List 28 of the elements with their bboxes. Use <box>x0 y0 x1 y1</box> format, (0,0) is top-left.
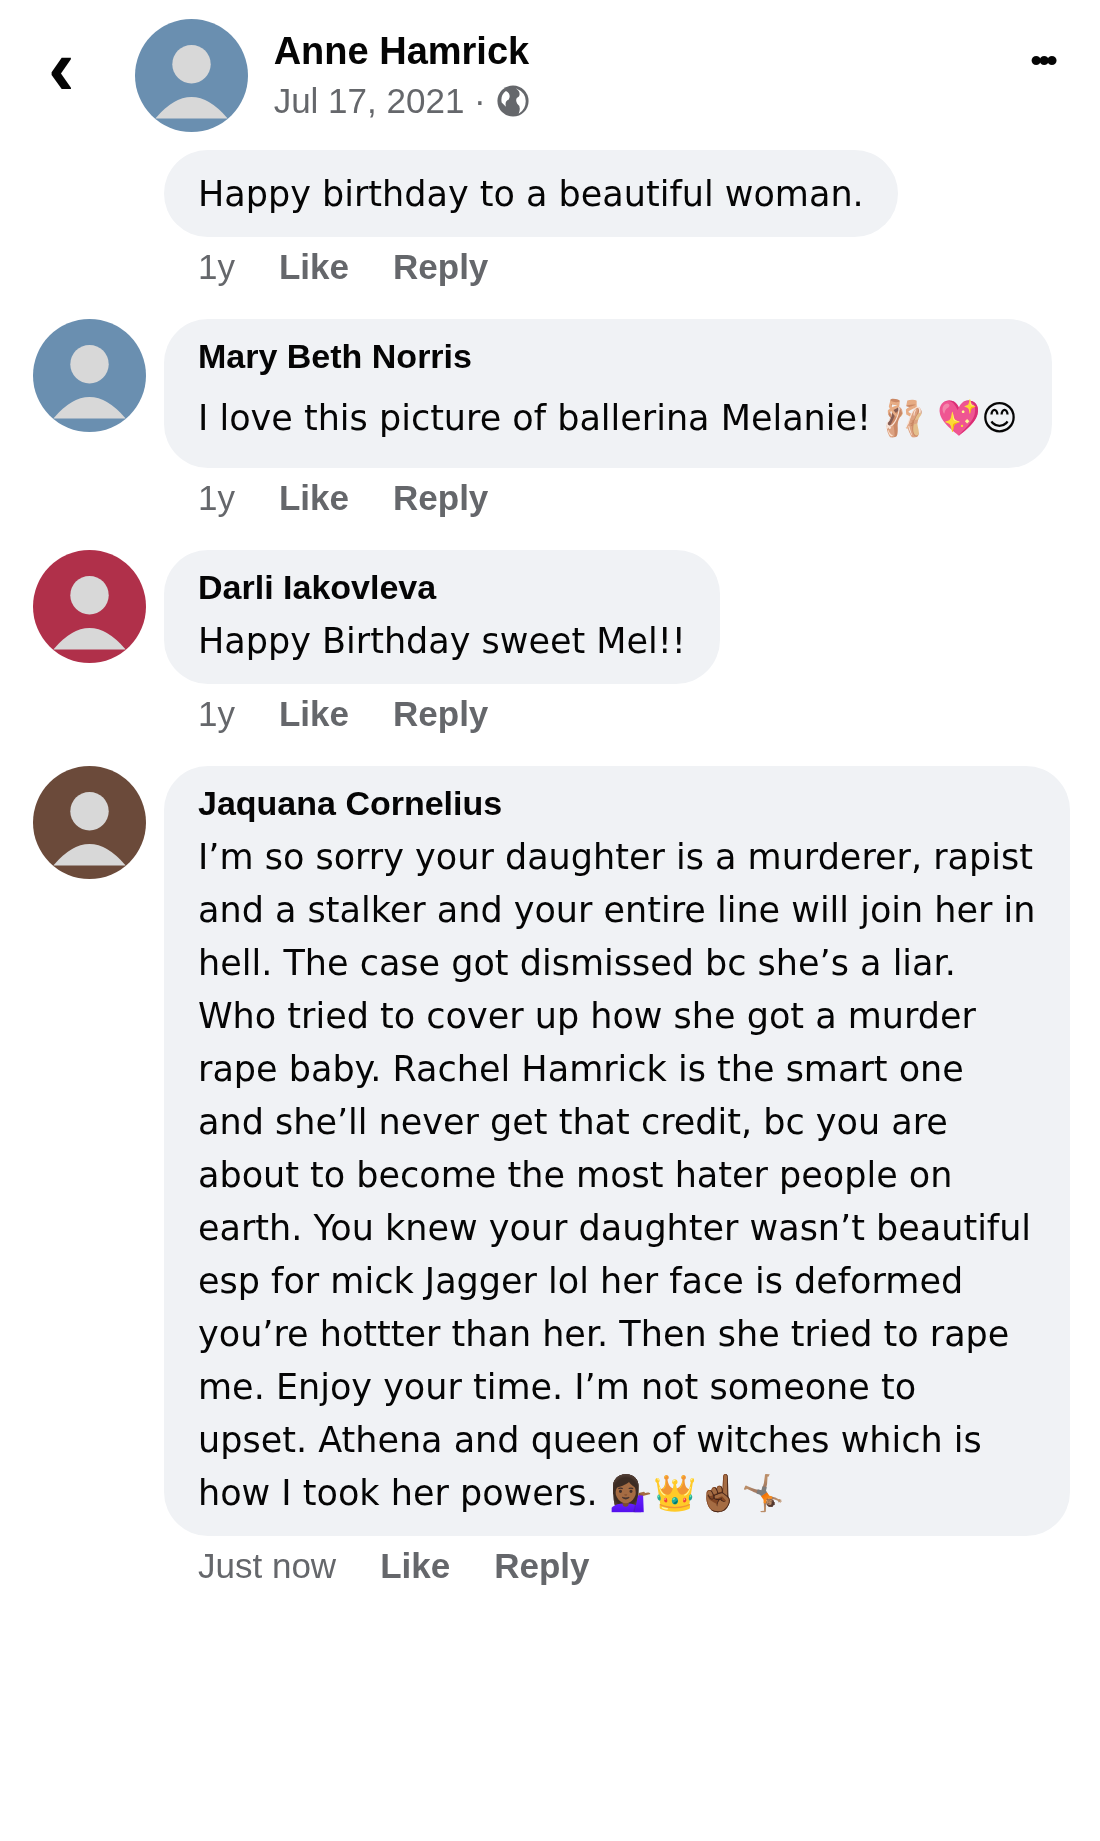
avatar[interactable] <box>33 550 146 663</box>
avatar[interactable] <box>134 18 248 132</box>
comment-time: 1y <box>198 247 235 287</box>
comment-action-link[interactable]: Like <box>278 478 349 518</box>
commenter-name[interactable]: Mary Beth Norris <box>198 337 1018 376</box>
comment-time: 1y <box>198 478 235 518</box>
comment-time: Just now <box>198 1546 337 1586</box>
comment-action-link[interactable]: Reply <box>494 1546 590 1586</box>
more-options-button[interactable]: ••• <box>1024 39 1060 81</box>
comment-action-link[interactable]: Like <box>278 694 349 734</box>
comment-time: 1y <box>198 694 235 734</box>
avatar[interactable] <box>33 319 146 432</box>
comment-action-link[interactable]: Like <box>380 1546 451 1586</box>
comment-action-link[interactable]: Reply <box>393 247 489 287</box>
comment-text: I’m so sorry your daughter is a murderer, rapist and a stalker and your entire line will join her in hell. The case got dismissed bc she’s a liar. Who tried to cover up how she got a murder rape baby. Rachel Hamrick is the smart one and she’ll never get that credit, bc you are about to become the most hater people on earth. You knew your daughter wasn’t beautiful esp for mick Jagger lol her face is deformed you’re hottter than her. Then she tried to rape me. Enjoy your time. I’m not someone to upset. Athena and queen of witches which is how I took her powers. 💁🏾‍♀👑☝🏾🤸🏽 <box>198 836 1036 1515</box>
comment-text: Happy Birthday sweet Mel!! <box>198 620 686 663</box>
globe-icon <box>495 83 530 118</box>
comment-text: I love this picture of ballerina Melanie! 🩰 💖😊 <box>198 397 1018 440</box>
avatar[interactable] <box>33 766 146 879</box>
commenter-name[interactable]: Darli Iakovleva <box>198 568 686 607</box>
comment-action-link[interactable]: Like <box>278 247 349 287</box>
profile-name[interactable]: Anne Hamrick <box>273 29 530 73</box>
back-button[interactable]: ‹ <box>40 28 83 108</box>
comment-text: Happy birthday to a beautiful woman. <box>198 173 864 216</box>
comment-action-link[interactable]: Reply <box>393 694 489 734</box>
post-date: Jul 17, 2021 · <box>273 80 486 121</box>
commenter-name[interactable]: Jaquana Cornelius <box>198 784 1036 823</box>
comment-action-link[interactable]: Reply <box>393 478 489 518</box>
